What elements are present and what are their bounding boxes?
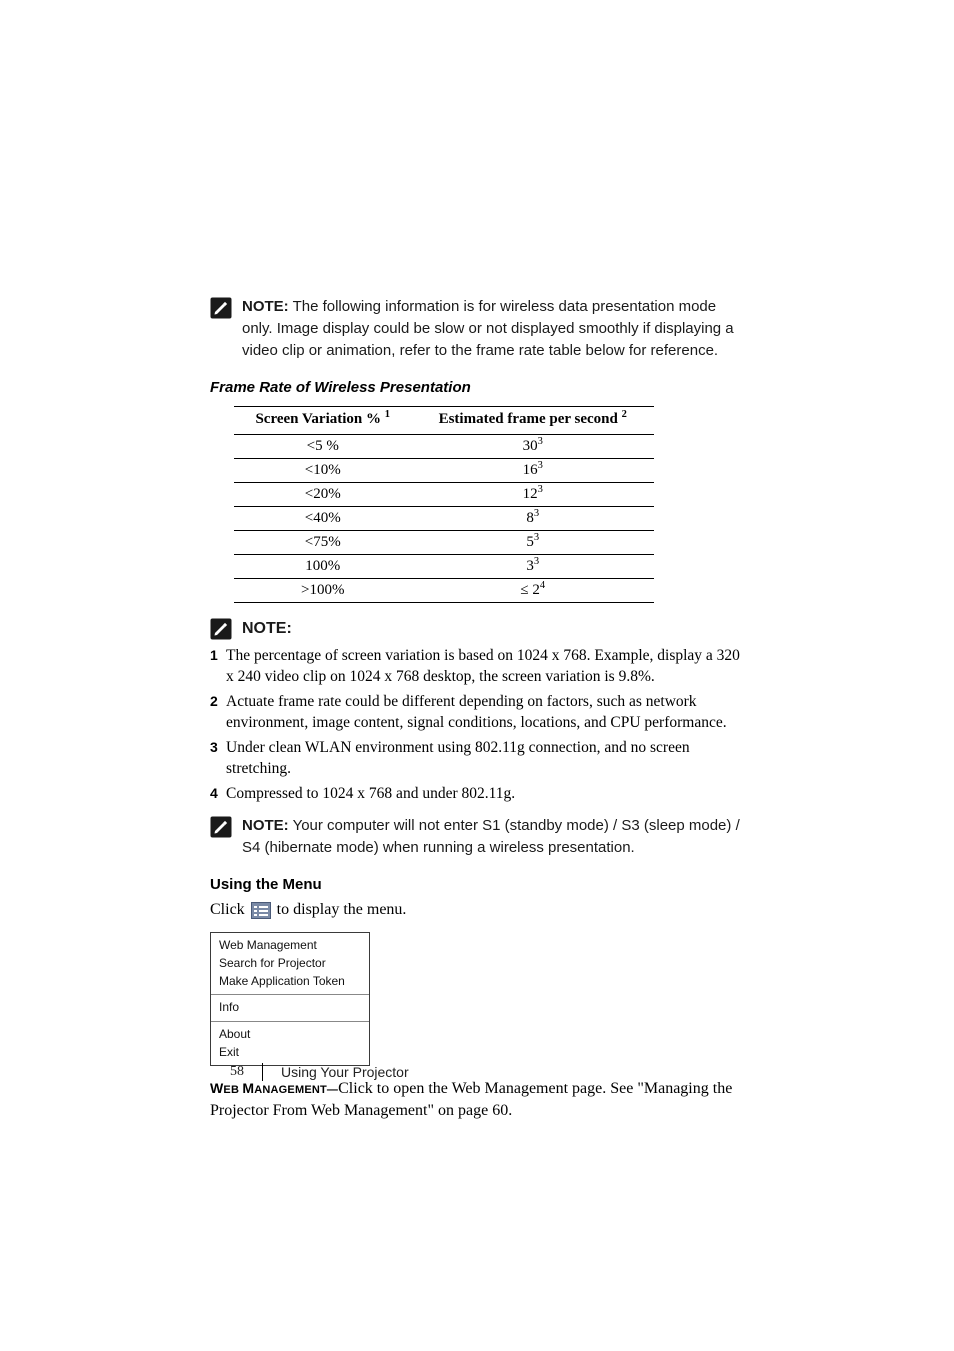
table-row: <75% 53 [234, 531, 654, 555]
cell-sup: 3 [538, 436, 543, 447]
footnote-number: 4 [210, 784, 220, 805]
note-block-2: NOTE: [210, 617, 745, 640]
note-block-3: NOTE: Your computer will not enter S1 (s… [210, 815, 745, 859]
menu-group: Web Management Search for Projector Make… [211, 933, 369, 995]
cell: 123 [411, 483, 654, 507]
table-row: <40% 83 [234, 507, 654, 531]
cap-small: ANAGEMENT— [254, 1084, 338, 1096]
menu-group: About Exit [211, 1021, 369, 1065]
table-header-col1: Screen Variation % 1 [234, 407, 411, 435]
cell: 303 [411, 435, 654, 459]
using-menu-heading: Using the Menu [210, 876, 745, 893]
table-header-row: Screen Variation % 1 Estimated frame per… [234, 407, 654, 435]
footnote-number: 1 [210, 646, 220, 688]
cell: <10% [234, 459, 411, 483]
menu-item: Make Application Token [219, 972, 361, 990]
col2-label: Estimated frame per second [439, 411, 622, 427]
frame-rate-table: Screen Variation % 1 Estimated frame per… [234, 406, 654, 603]
cell: <20% [234, 483, 411, 507]
cell: 163 [411, 459, 654, 483]
web-management-caps: WEB MANAGEMENT— [210, 1080, 338, 1096]
footer-section: Using Your Projector [281, 1064, 409, 1080]
cell-val: 30 [523, 438, 538, 454]
cell-val: 3 [526, 558, 534, 574]
footnote-text: Actuate frame rate could be different de… [226, 692, 745, 734]
cell-sup: 3 [534, 556, 539, 567]
table-row: <5 % 303 [234, 435, 654, 459]
table-header-col2: Estimated frame per second 2 [411, 407, 654, 435]
table-title: Frame Rate of Wireless Presentation [210, 379, 745, 396]
cell: 53 [411, 531, 654, 555]
footnote-item: 4 Compressed to 1024 x 768 and under 802… [210, 784, 745, 805]
cell: ≤ 24 [411, 579, 654, 603]
menu-group: Info [211, 994, 369, 1020]
footnote-item: 3 Under clean WLAN environment using 802… [210, 738, 745, 780]
cell: <40% [234, 507, 411, 531]
pencil-note-icon [210, 618, 232, 640]
footnote-item: 1 The percentage of screen variation is … [210, 646, 745, 688]
page-content: NOTE: The following information is for w… [210, 296, 745, 1123]
click-menu-line: Click to display the menu. [210, 899, 745, 921]
note-label: NOTE: [242, 620, 292, 637]
note-label: NOTE: [242, 298, 289, 315]
menu-item: About [219, 1025, 361, 1043]
note-3-text: NOTE: Your computer will not enter S1 (s… [242, 815, 745, 859]
cell-sup: 4 [540, 580, 545, 591]
footnote-text: Under clean WLAN environment using 802.1… [226, 738, 745, 780]
cell: <5 % [234, 435, 411, 459]
page-number: 58 [230, 1064, 244, 1080]
col1-sup: 1 [385, 409, 390, 420]
table-row: 100% 33 [234, 555, 654, 579]
col1-label: Screen Variation % [255, 411, 384, 427]
footnote-item: 2 Actuate frame rate could be different … [210, 692, 745, 734]
note-3-body: Your computer will not enter S1 (standby… [242, 817, 740, 856]
cell-sup: 3 [534, 508, 539, 519]
cell-sup: 3 [538, 484, 543, 495]
cap: W [210, 1080, 223, 1096]
click-after: to display the menu. [277, 899, 407, 921]
cell-val: ≤ 2 [520, 582, 539, 598]
menu-item: Exit [219, 1043, 361, 1061]
pencil-note-icon [210, 297, 232, 319]
cell-val: 16 [523, 462, 538, 478]
cell: <75% [234, 531, 411, 555]
page-footer: 58 Using Your Projector [230, 1063, 409, 1081]
cell: 83 [411, 507, 654, 531]
table-row: >100% ≤ 24 [234, 579, 654, 603]
pencil-note-icon [210, 816, 232, 838]
note-label: NOTE: [242, 817, 289, 834]
footnote-list: 1 The percentage of screen variation is … [210, 646, 745, 804]
note-2-label-wrap: NOTE: [242, 617, 292, 640]
table-row: <10% 163 [234, 459, 654, 483]
cap-small: EB [223, 1084, 242, 1096]
table-row: <20% 123 [234, 483, 654, 507]
footnote-number: 2 [210, 692, 220, 734]
footnote-number: 3 [210, 738, 220, 780]
footer-divider [262, 1063, 263, 1081]
cell-sup: 3 [538, 460, 543, 471]
footnote-text: Compressed to 1024 x 768 and under 802.1… [226, 784, 515, 805]
cell: 100% [234, 555, 411, 579]
cap: M [242, 1080, 254, 1096]
cell-sup: 3 [534, 532, 539, 543]
menu-screenshot: Web Management Search for Projector Make… [210, 932, 370, 1066]
cell-val: 5 [526, 534, 534, 550]
cell: 33 [411, 555, 654, 579]
menu-item: Search for Projector [219, 954, 361, 972]
web-management-paragraph: WEB MANAGEMENT—Click to open the Web Man… [210, 1078, 745, 1123]
note-1-text: NOTE: The following information is for w… [242, 296, 745, 361]
menu-item: Info [219, 998, 361, 1016]
menu-button-icon [251, 902, 271, 919]
note-1-body: The following information is for wireles… [242, 298, 734, 359]
note-block-1: NOTE: The following information is for w… [210, 296, 745, 361]
footnote-text: The percentage of screen variation is ba… [226, 646, 745, 688]
click-before: Click [210, 899, 245, 921]
cell: >100% [234, 579, 411, 603]
menu-item: Web Management [219, 936, 361, 954]
col2-sup: 2 [622, 409, 627, 420]
cell-val: 12 [523, 486, 538, 502]
cell-val: 8 [526, 510, 534, 526]
